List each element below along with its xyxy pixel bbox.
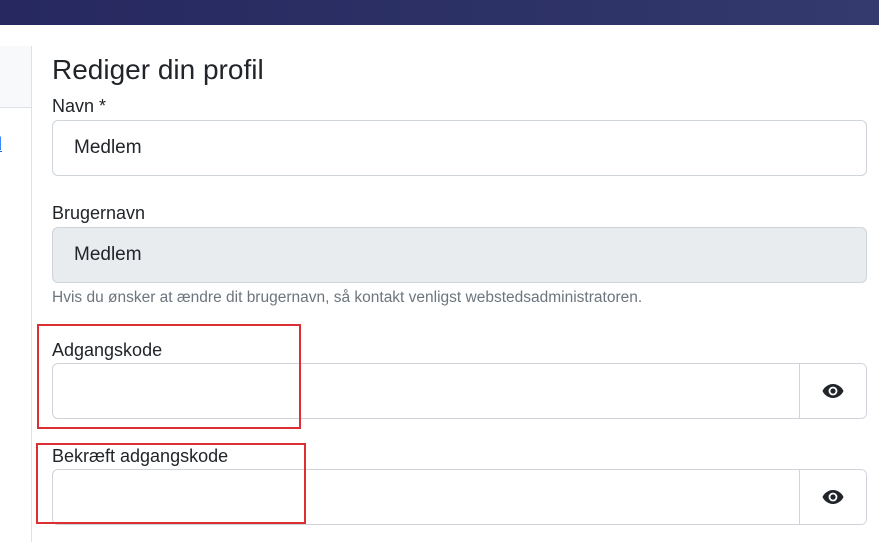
username-label: Brugernavn (52, 203, 146, 223)
eye-icon (822, 490, 844, 504)
eye-icon (822, 384, 844, 398)
confirm-password-visibility-toggle[interactable] (799, 470, 866, 524)
username-help-text: Hvis du ønsker at ændre dit brugernavn, … (52, 289, 643, 306)
top-navbar (0, 0, 879, 25)
password-visibility-toggle[interactable] (799, 364, 866, 418)
name-input[interactable] (52, 120, 867, 176)
username-input (52, 227, 867, 283)
password-input[interactable] (53, 364, 801, 418)
password-input-group (52, 363, 867, 419)
password-label: Adgangskode (52, 340, 163, 360)
confirm-password-input-group (52, 469, 867, 525)
sidebar: d (0, 46, 32, 542)
page-title: Rediger din profil (52, 54, 264, 85)
sidebar-link[interactable]: d (0, 134, 2, 155)
name-label: Navn * (52, 96, 107, 116)
sidebar-panel (0, 46, 31, 108)
confirm-password-input[interactable] (53, 470, 801, 524)
confirm-password-label: Bekræft adgangskode (52, 446, 229, 466)
